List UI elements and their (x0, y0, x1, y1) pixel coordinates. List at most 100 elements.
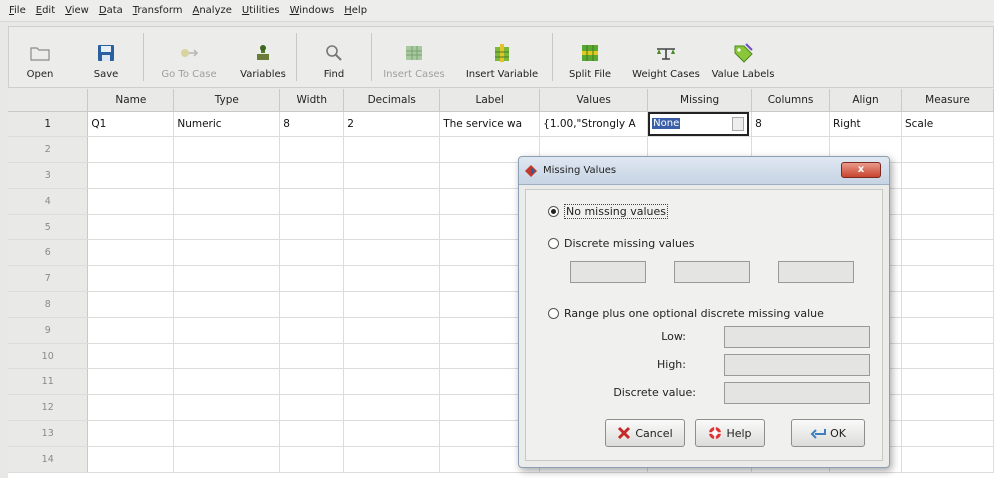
column-header[interactable]: Name (87, 89, 175, 112)
grid-cell[interactable] (279, 136, 345, 164)
missing-editor[interactable]: None (648, 111, 750, 136)
split-file-button[interactable]: Split File (555, 27, 625, 87)
grid-cell[interactable] (343, 188, 441, 215)
grid-cell[interactable] (87, 214, 175, 241)
menu-windows[interactable]: Windows (285, 5, 340, 16)
open-button[interactable]: Open (9, 27, 71, 87)
row-number[interactable]: 14 (8, 446, 89, 473)
grid-cell[interactable] (173, 162, 281, 189)
menu-analyze[interactable]: Analyze (188, 5, 237, 16)
grid-cell[interactable] (901, 239, 994, 267)
grid-cell[interactable] (901, 162, 994, 189)
grid-cell[interactable] (173, 239, 281, 267)
grid-cell[interactable] (279, 214, 345, 241)
row-number[interactable]: 10 (8, 343, 89, 370)
row-number[interactable]: 5 (8, 214, 89, 241)
insert-variable-button[interactable]: Insert Variable (454, 27, 550, 87)
column-header[interactable]: Type (173, 89, 281, 112)
value-labels-button[interactable]: Value Labels (707, 27, 779, 87)
grid-cell[interactable] (343, 446, 441, 473)
row-number[interactable]: 7 (8, 265, 89, 293)
insert-cases-button[interactable]: Insert Cases (374, 27, 454, 87)
row-number[interactable]: 1 (8, 111, 89, 138)
grid-cell[interactable] (279, 343, 345, 370)
column-header[interactable]: Missing (647, 89, 753, 112)
grid-cell[interactable] (279, 162, 345, 189)
cell-decimals[interactable]: 2 (343, 111, 441, 138)
grid-cell[interactable] (343, 214, 441, 241)
row-number[interactable]: 2 (8, 136, 89, 164)
grid-cell[interactable] (173, 446, 281, 473)
grid-cell[interactable] (87, 162, 175, 189)
column-header[interactable]: Decimals (343, 89, 441, 112)
go-to-case-button[interactable]: Go To Case (146, 27, 232, 87)
discrete-value-field[interactable] (724, 382, 870, 404)
grid-cell[interactable] (87, 368, 175, 396)
cell-align[interactable]: Right (829, 111, 902, 138)
grid-cell[interactable] (343, 239, 441, 267)
grid-cell[interactable] (901, 317, 994, 344)
grid-cell[interactable] (87, 239, 175, 267)
grid-cell[interactable] (173, 317, 281, 344)
grid-cell[interactable] (901, 368, 994, 396)
menu-transform[interactable]: Transform (128, 5, 188, 16)
grid-cell[interactable] (343, 394, 441, 422)
find-button[interactable]: Find (299, 27, 369, 87)
cell-name[interactable]: Q1 (87, 111, 175, 138)
row-number[interactable]: 6 (8, 239, 89, 267)
close-button[interactable]: x (841, 162, 881, 178)
menu-edit[interactable]: Edit (31, 5, 60, 16)
high-field[interactable] (724, 354, 870, 376)
grid-cell[interactable] (87, 446, 175, 473)
column-header[interactable]: Width (279, 89, 345, 112)
grid-cell[interactable] (173, 368, 281, 396)
cell-columns[interactable]: 8 (751, 111, 831, 138)
row-number[interactable]: 8 (8, 291, 89, 318)
column-header[interactable]: Columns (751, 89, 831, 112)
menu-file[interactable]: File (4, 5, 31, 16)
grid-cell[interactable] (343, 368, 441, 396)
dialog-titlebar[interactable]: Missing Values (519, 157, 889, 185)
range-radio[interactable]: Range plus one optional discrete missing… (548, 307, 824, 320)
column-header[interactable]: Align (829, 89, 902, 112)
grid-cell[interactable] (343, 317, 441, 344)
cell-values[interactable]: {1.00,"Strongly A (539, 111, 649, 138)
grid-cell[interactable] (279, 317, 345, 344)
grid-cell[interactable] (87, 343, 175, 370)
grid-cell[interactable] (173, 265, 281, 293)
grid-cell[interactable] (87, 136, 175, 164)
discrete-field-1[interactable] (570, 261, 646, 283)
grid-cell[interactable] (173, 394, 281, 422)
grid-cell[interactable] (343, 265, 441, 293)
cell-label[interactable]: The service wa (439, 111, 541, 138)
grid-cell[interactable] (87, 317, 175, 344)
grid-cell[interactable] (173, 291, 281, 318)
grid-cell[interactable] (901, 265, 994, 293)
variables-button[interactable]: Variables (232, 27, 294, 87)
row-number[interactable]: 12 (8, 394, 89, 422)
grid-cell[interactable] (901, 188, 994, 215)
no-missing-radio[interactable]: No missing values (548, 204, 668, 219)
grid-cell[interactable] (87, 265, 175, 293)
menu-view[interactable]: View (60, 5, 94, 16)
grid-cell[interactable] (343, 343, 441, 370)
menu-data[interactable]: Data (94, 5, 128, 16)
menu-help[interactable]: Help (339, 5, 372, 16)
grid-cell[interactable] (279, 188, 345, 215)
grid-cell[interactable] (279, 394, 345, 422)
grid-cell[interactable] (901, 136, 994, 164)
grid-cell[interactable] (173, 343, 281, 370)
grid-cell[interactable] (279, 446, 345, 473)
column-header[interactable]: Label (439, 89, 541, 112)
column-header[interactable]: Values (539, 89, 649, 112)
row-number[interactable]: 9 (8, 317, 89, 344)
missing-ellipsis-button[interactable] (732, 116, 745, 131)
cell-type[interactable]: Numeric (173, 111, 281, 138)
grid-cell[interactable] (901, 446, 994, 473)
grid-cell[interactable] (901, 343, 994, 370)
row-number[interactable]: 3 (8, 162, 89, 189)
discrete-field-3[interactable] (778, 261, 854, 283)
grid-cell[interactable] (279, 420, 345, 447)
help-button[interactable]: Help (695, 419, 765, 447)
grid-cell[interactable] (87, 394, 175, 422)
